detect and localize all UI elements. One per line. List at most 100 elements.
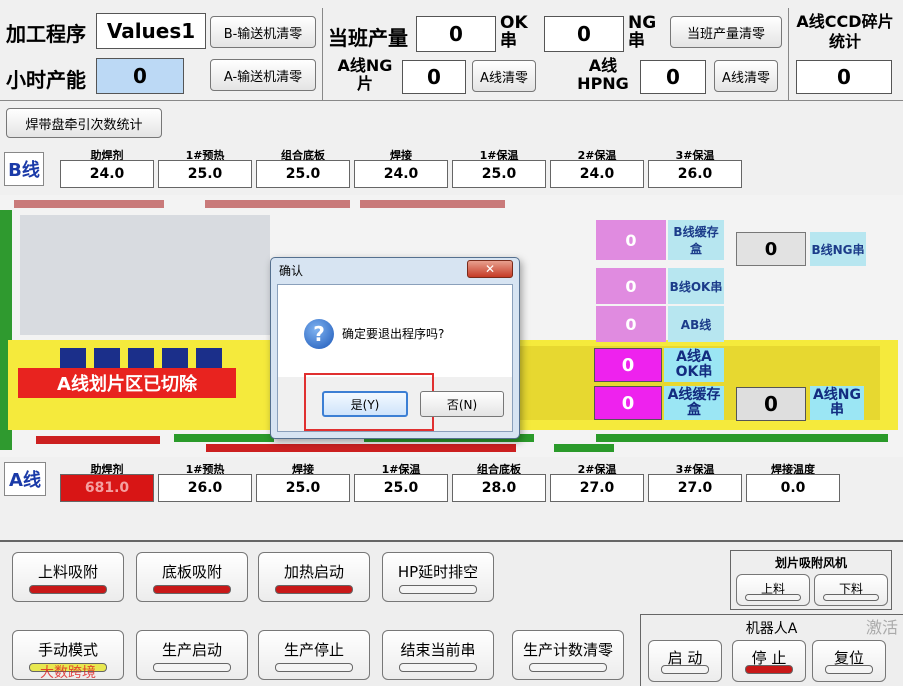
control-button-label: HP延时排空 (397, 563, 479, 581)
a-ng-string-label: A线NG串 (810, 386, 864, 420)
control-button-indicator (399, 585, 477, 594)
machine-upper-grey (20, 215, 270, 335)
control-button[interactable]: 结束当前串 (382, 630, 494, 680)
weld-count-button[interactable]: 焊带盘牵引次数统计 (6, 108, 162, 138)
robot-stop-button[interactable]: 停 止 (732, 640, 806, 682)
yes-button[interactable]: 是(Y) (322, 391, 408, 417)
control-button-label: 生产计数清零 (522, 641, 613, 659)
control-button[interactable]: 生产计数清零 (512, 630, 624, 680)
heater-block-2 (94, 348, 120, 370)
heater-block-3 (128, 348, 154, 370)
control-button-indicator (399, 663, 477, 672)
b-param-value: 26.0 (648, 160, 742, 188)
close-icon[interactable]: ✕ (467, 260, 513, 278)
fan-load-button[interactable]: 上料 (736, 574, 810, 606)
a-ng-value: 0 (402, 60, 466, 94)
b-ok-counter: 0 (596, 268, 666, 304)
a-param-value: 26.0 (158, 474, 252, 502)
rail-bottom-green-3 (596, 434, 888, 442)
b-param-value: 24.0 (550, 160, 644, 188)
control-button-label: 结束当前串 (400, 641, 476, 659)
b-ng-label: B线NG串 (810, 232, 866, 266)
rail-bottom-red-1 (36, 436, 160, 444)
control-button-indicator (29, 585, 107, 594)
b-param-value: 24.0 (354, 160, 448, 188)
a-cache-counter: 0 (594, 386, 662, 420)
b-cache-label: B线缓存盒 (668, 220, 724, 260)
control-button-label: 手动模式 (37, 641, 98, 659)
dialog-body: ? 确定要退出程序吗? 是(Y) 否(N) (277, 284, 513, 432)
b-ng-counter: 0 (736, 232, 806, 266)
a-ok-counter: 0 (594, 348, 662, 382)
rail-bottom-red-3 (376, 444, 516, 452)
robot-start-indicator (661, 665, 709, 674)
control-button[interactable]: 上料吸附 (12, 552, 124, 602)
control-button[interactable]: 底板吸附 (136, 552, 248, 602)
control-button[interactable]: 加热启动 (258, 552, 370, 602)
a-ng-label: A线NG片 (337, 56, 393, 93)
a-ng-string-counter: 0 (736, 387, 806, 421)
a-cache-label: A线缓存盒 (664, 386, 724, 420)
fan-unload-indicator (823, 594, 879, 601)
b-conveyor-reset-button[interactable]: B-输送机清零 (210, 16, 316, 48)
ok-string-label: OK串 (500, 13, 528, 51)
shift-output-value: 0 (416, 16, 496, 52)
a-line-reset-button-1[interactable]: A线清零 (472, 60, 536, 92)
header-divider-2 (788, 8, 789, 100)
question-icon: ? (304, 319, 334, 349)
control-button[interactable]: 生产启动 (136, 630, 248, 680)
control-button-indicator (275, 585, 353, 594)
control-button-indicator (153, 663, 231, 672)
control-button[interactable]: 生产停止 (258, 630, 370, 680)
rail-top-2 (205, 200, 350, 208)
robot-group-title: 机器人A (745, 621, 798, 637)
ng-string-label: NG串 (628, 13, 657, 51)
ok-string-value: 0 (544, 16, 624, 52)
rail-bottom-green-4 (554, 444, 614, 452)
dialog-message: 确定要退出程序吗? (342, 327, 445, 341)
shift-output-label: 当班产量 (328, 26, 408, 50)
a-param-value: 27.0 (550, 474, 644, 502)
fan-unload-button[interactable]: 下料 (814, 574, 888, 606)
a-line-reset-button-2[interactable]: A线清零 (714, 60, 778, 92)
control-button-label: 生产停止 (283, 641, 344, 659)
rail-bottom-red-2 (206, 444, 376, 452)
a-line-tag: A线 (4, 462, 46, 496)
ab-counter: 0 (596, 306, 666, 342)
rail-top-3 (360, 200, 505, 208)
control-button-indicator (275, 663, 353, 672)
control-button-label: 上料吸附 (37, 563, 98, 581)
a-ok-label: A线A OK串 (664, 348, 724, 382)
watermark-right: 激活 (866, 618, 899, 637)
control-button-label: 底板吸附 (161, 563, 222, 581)
heater-block-5 (196, 348, 222, 370)
robot-stop-indicator (745, 665, 793, 674)
a-param-value: 28.0 (452, 474, 546, 502)
shift-output-reset-button[interactable]: 当班产量清零 (670, 16, 782, 48)
robot-start-button[interactable]: 启 动 (648, 640, 722, 682)
hourly-output-value: 0 (96, 58, 184, 94)
control-button[interactable]: HP延时排空 (382, 552, 494, 602)
program-value[interactable]: Values1 (96, 13, 206, 49)
a-param-value: 25.0 (354, 474, 448, 502)
header-divider (322, 8, 323, 100)
a-param-value: 25.0 (256, 474, 350, 502)
fan-group-title: 划片吸附风机 (774, 556, 847, 570)
header-bottom-line (0, 100, 903, 101)
b-line-tag: B线 (4, 152, 44, 186)
b-param-value: 24.0 (60, 160, 154, 188)
b-ok-label: B线OK串 (668, 268, 724, 304)
rail-bottom-green-1 (174, 434, 274, 442)
rail-top-1 (14, 200, 164, 208)
b-param-value: 25.0 (256, 160, 350, 188)
heater-block-4 (162, 348, 188, 370)
robot-reset-button[interactable]: 复位 (812, 640, 886, 682)
a-conveyor-reset-button[interactable]: A-输送机清零 (210, 59, 316, 91)
program-label: 加工程序 (6, 22, 86, 46)
fan-load-indicator (745, 594, 801, 601)
a-param-value: 27.0 (648, 474, 742, 502)
watermark-left: 大数跨境 (40, 665, 96, 681)
no-button[interactable]: 否(N) (420, 391, 504, 417)
control-button-label: 加热启动 (283, 563, 344, 581)
ccd-fragment-label: A线CCD碎片统计 (796, 12, 894, 51)
